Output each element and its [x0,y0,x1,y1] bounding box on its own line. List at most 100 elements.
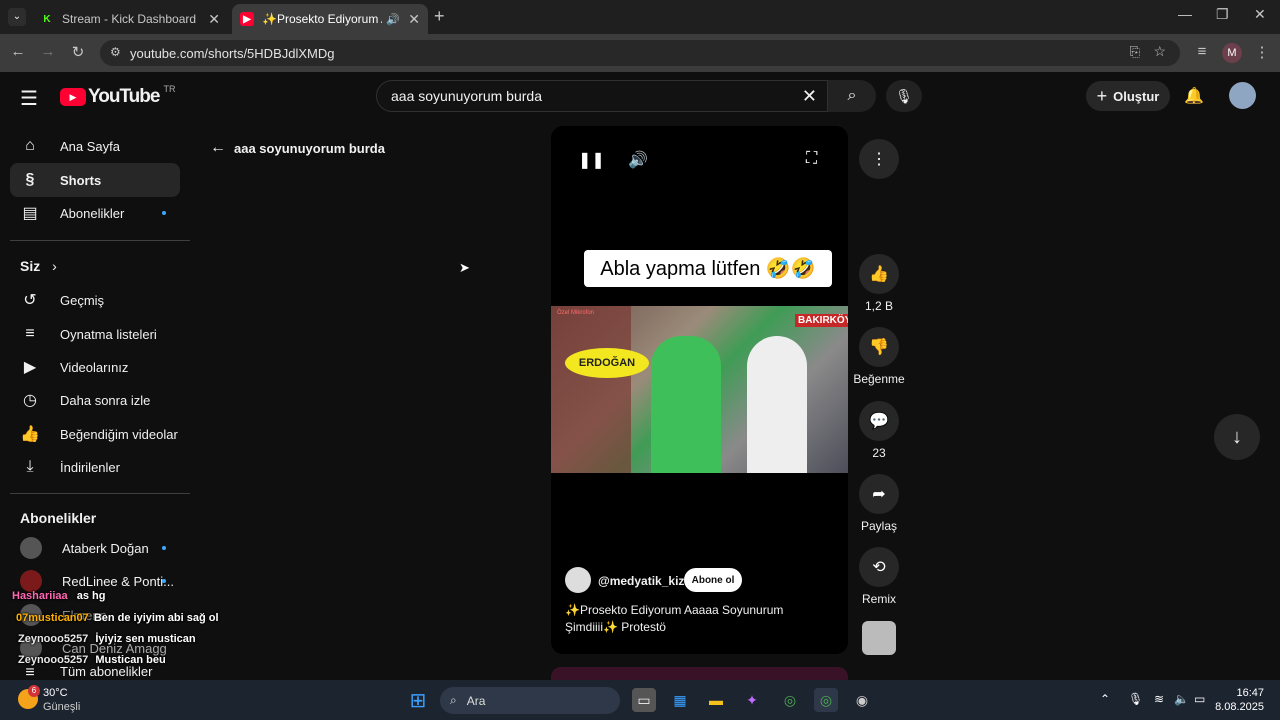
channel-avatar [20,570,42,592]
minimize-icon[interactable]: — [1178,6,1192,22]
forward-icon[interactable]: → [38,43,58,60]
dislike-button[interactable]: 👎 [859,327,899,367]
sidebar-item-watch-later[interactable]: ◷ Daha sonra izle [10,383,180,417]
channel-logo-watermark: Özel Mikrofon [557,310,595,316]
speaker-icon[interactable]: 🔈 [1174,692,1189,706]
sidebar-item-playlists[interactable]: ≡ Oynatma listeleri [10,317,180,351]
chat-message: Zeynooo5257 Mustican beu [0,654,166,666]
fullscreen-icon[interactable]: ⛶ [806,150,817,168]
your-videos-icon: ▶ [23,359,37,376]
chrome-icon[interactable]: ◎ [778,688,802,712]
windows-start-icon[interactable]: ⊞ [406,688,430,712]
voice-search-button[interactable]: 🎙 [886,80,922,112]
sidebar-sub-ataberk[interactable]: Ataberk Doğan [10,531,180,565]
taskbar-search-input[interactable]: ⌕ Ara [440,687,620,714]
arrow-left-icon: ← [210,139,226,156]
close-tab-icon[interactable]: ✕ [408,11,420,28]
chat-username: Zeynooo5257 [18,633,89,645]
bookmark-star-icon[interactable]: ☆ [1153,43,1166,60]
next-short-preview[interactable] [551,667,848,680]
next-short-button[interactable]: ↓ [1214,414,1260,460]
youtube-favicon-icon: ▶ [240,12,254,26]
sidebar-item-shorts[interactable]: § Shorts [10,163,180,197]
chrome-profile-icon[interactable]: ◎ [814,688,838,712]
share-button[interactable]: ➦ [859,474,899,514]
sidebar-item-label: Beğendiğim videolar [60,426,178,442]
channel-avatar[interactable] [565,567,591,593]
obs-icon[interactable]: ◉ [850,688,874,712]
you-section-header[interactable]: Siz › [20,258,57,274]
tab-youtube-short[interactable]: ▶ ✨Prosekto Ediyorum Aaaa 🔊 ✕ [232,4,428,34]
weather-temp[interactable]: 30°C [43,687,68,699]
sidebar-all-subscriptions[interactable]: ≡ Tüm abonelikler [10,664,180,680]
file-explorer-icon[interactable]: ▬ [704,688,728,712]
clear-search-icon[interactable]: ✕ [802,86,817,107]
sidebar-item-home[interactable]: ⌂ Ana Sayfa [10,129,180,163]
new-tab-icon[interactable]: + [434,6,445,27]
close-window-icon[interactable]: ✕ [1254,6,1266,23]
microphone-icon[interactable]: 🎙 [1128,692,1143,706]
battery-icon[interactable]: ▭ [1194,692,1205,706]
media-controls-icon[interactable]: ≡ [1192,43,1212,60]
audio-playing-icon[interactable]: 🔊 [386,13,400,26]
list-icon: ≡ [25,664,35,680]
more-options-button[interactable]: ⋮ [859,139,899,179]
hamburger-menu-icon[interactable]: ☰ [20,86,38,111]
volume-icon[interactable]: 🔊 [628,150,648,170]
comments-button[interactable]: 💬 [859,401,899,441]
site-info-icon[interactable]: ⚙ [110,45,121,59]
region-code: TR [163,84,176,94]
chat-message: 07mustican07 Ben de iyiyim abi sağ ol [16,612,219,624]
tab-search-button[interactable]: ⌄ [8,8,26,26]
weather-desc[interactable]: Güneşli [43,701,80,713]
profile-avatar[interactable]: M [1222,43,1242,63]
sidebar-item-label: İndirilenler [60,459,120,475]
microphone-icon: 🎙 [895,87,913,104]
wifi-icon[interactable]: ≋ [1154,692,1164,706]
back-icon[interactable]: ← [8,43,28,60]
clock-time[interactable]: 16:47 [1230,687,1264,699]
back-to-search-link[interactable]: ← aaa soyunuyorum burda [210,139,385,157]
sidebar-item-history[interactable]: ↺ Geçmiş [10,283,180,317]
sidebar-item-downloads[interactable]: ⤓ İndirilenler [10,450,180,484]
short-title[interactable]: ✨Prosekto Ediyorum Aaaaa Soyunurum Şimdi… [565,602,837,636]
clock-date[interactable]: 8.08.2025 [1210,701,1264,713]
sidebar-item-label: Oynatma listeleri [60,326,157,342]
chat-message: Zeynooo5257 İyiyiz sen mustican [0,633,196,645]
sidebar-item-your-videos[interactable]: ▶ Videolarınız [10,350,180,384]
search-input[interactable]: aaa soyunuyorum burda ✕ [376,80,828,112]
shorts-icon: § [25,171,35,188]
browser-menu-icon[interactable]: ⋮ [1252,43,1272,61]
store-icon[interactable]: ▦ [668,688,692,712]
pause-icon[interactable]: ❚❚ [578,150,605,170]
youtube-logo[interactable]: ▶ YouTube TR [60,84,176,108]
share-label: Paylaş [860,519,898,533]
chat-username: 07mustican07 [16,612,89,624]
sound-thumbnail[interactable] [862,621,896,655]
tab-kick-dashboard[interactable]: K Stream - Kick Dashboard ✕ [32,4,228,34]
create-button[interactable]: + Oluştur [1086,81,1170,111]
notifications-bell-icon[interactable]: 🔔 [1184,86,1204,106]
comment-icon: 💬 [869,413,889,430]
clock-icon: ◷ [23,392,37,409]
close-tab-icon[interactable]: ✕ [208,11,220,28]
show-hidden-icons-icon[interactable]: ⌃ [1100,692,1110,706]
task-view-icon[interactable]: ▭ [632,688,656,712]
reload-icon[interactable]: ↻ [68,43,88,61]
remix-button[interactable]: ⟲ [859,547,899,587]
like-button[interactable]: 👍 [859,254,899,294]
install-app-icon[interactable]: ⎘ [1130,44,1140,60]
copilot-icon[interactable]: ✦ [740,688,764,712]
sidebar-item-label: Ataberk Doğan [62,540,149,556]
person-green-shirt-shape [651,336,721,473]
account-avatar[interactable] [1229,82,1256,109]
sidebar-item-liked-videos[interactable]: 👍 Beğendiğim videolar [10,417,180,451]
search-button[interactable]: ⌕ [828,80,876,112]
sidebar-item-subscriptions[interactable]: ▤ Abonelikler [10,196,180,230]
address-bar[interactable]: ⚙ youtube.com/shorts/5HDBJdlXMDg ⎘ ☆ [100,40,1180,66]
channel-handle[interactable]: @medyatik_kiz [598,574,684,588]
restore-icon[interactable]: ❐ [1216,6,1229,23]
subscribe-button[interactable]: Abone ol [684,568,742,592]
location-label: BAKIRKÖY [795,314,848,327]
url-text: youtube.com/shorts/5HDBJdlXMDg [130,45,335,61]
